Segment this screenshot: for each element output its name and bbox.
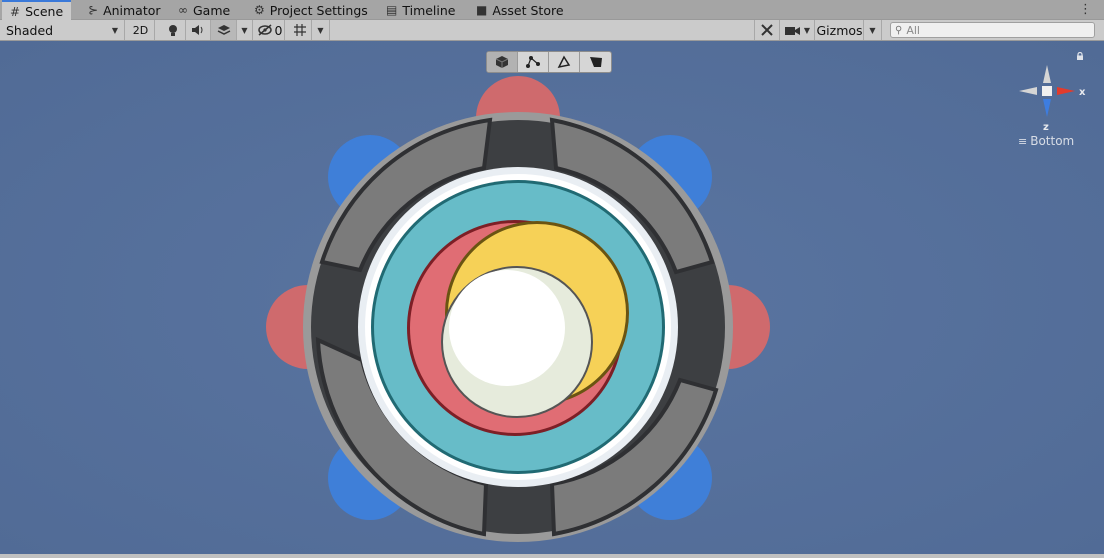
hidden-count: 0 (274, 22, 283, 38)
scene-geometry (0, 41, 1104, 558)
scene-toolbar: Shaded ▼ 2D ▼ 0 ▼ ▼ Gizmos ▼ ⚲ All (0, 20, 1104, 41)
camera-settings-button[interactable]: ▼ (781, 20, 815, 40)
tab-scene-label: Scene (25, 4, 64, 19)
scene-viewport[interactable]: x z ≡ Bottom (0, 41, 1104, 558)
x-axis-cone[interactable] (1057, 87, 1075, 95)
tab-animator-label: Animator (103, 2, 161, 18)
tools-button[interactable] (754, 20, 780, 40)
grid-dropdown[interactable]: ▼ (312, 20, 330, 40)
chevron-down-icon: ▼ (111, 25, 118, 35)
gizmos-dropdown[interactable]: ▼ (864, 20, 882, 40)
editor-tab-bar: # Scene ⊱ Animator ∞ Game ⚙ Project Sett… (0, 0, 1104, 21)
center-cube[interactable] (1042, 86, 1052, 96)
layers-icon (217, 25, 230, 35)
animator-icon: ⊱ (88, 3, 99, 17)
edge-icon (557, 55, 571, 69)
face-icon (589, 57, 602, 67)
neg-x-axis-cone[interactable] (1019, 87, 1037, 95)
hierarchy-search-input[interactable]: ⚲ All (890, 22, 1095, 38)
tab-animator[interactable]: ⊱ Animator (80, 0, 169, 20)
view-cube-button[interactable] (487, 52, 518, 72)
shopping-bag-icon: ■ (476, 3, 488, 17)
lightbulb-icon (168, 24, 177, 36)
more-options-icon[interactable]: ⋮ (1079, 2, 1092, 17)
x-axis-label: x (1079, 87, 1086, 98)
z-axis-label: z (1043, 122, 1049, 133)
chevron-down-icon: ▼ (803, 25, 811, 35)
gear-icon: ⚙ (254, 3, 265, 17)
draw-mode-label: Shaded (6, 22, 54, 38)
grid-snap-icon (293, 24, 306, 36)
view-orientation-text: Bottom (1030, 134, 1075, 148)
lock-icon[interactable] (1076, 52, 1084, 60)
cube-icon (495, 56, 509, 68)
tab-scene[interactable]: # Scene (2, 0, 72, 21)
gizmos-label: Gizmos (816, 22, 863, 38)
tab-project-settings-label: Project Settings (269, 2, 368, 18)
camera-icon (784, 26, 800, 35)
orientation-gizmo[interactable]: x z (1013, 61, 1091, 133)
timeline-icon: ▤ (386, 3, 398, 17)
audio-toggle[interactable] (186, 20, 211, 40)
vertex-icon (526, 56, 540, 68)
draw-mode-dropdown[interactable]: Shaded ▼ (0, 20, 125, 40)
toggle-2d-button[interactable]: 2D (127, 20, 155, 40)
grid-icon: # (10, 4, 21, 19)
face-mode-button[interactable] (580, 52, 611, 72)
speaker-icon (192, 25, 203, 35)
gizmos-button[interactable]: Gizmos (816, 20, 864, 40)
effects-dropdown[interactable]: ▼ (237, 20, 253, 40)
chevron-down-icon: ▼ (869, 25, 876, 35)
tab-timeline[interactable]: ▤ Timeline (378, 0, 464, 20)
view-tool-overlay (486, 51, 612, 73)
search-icon: ⚲ (895, 24, 903, 36)
tools-icon (761, 24, 773, 36)
tab-asset-store-label: Asset Store (492, 2, 564, 18)
search-placeholder: All (906, 23, 920, 37)
vertex-mode-button[interactable] (518, 52, 549, 72)
gamepad-icon: ∞ (178, 3, 188, 17)
toggle-2d-label: 2D (132, 23, 149, 37)
y-axis-cone[interactable] (1043, 65, 1051, 83)
edge-mode-button[interactable] (549, 52, 580, 72)
grid-toggle[interactable] (288, 20, 312, 40)
tab-asset-store[interactable]: ■ Asset Store (468, 0, 572, 20)
menu-lines-icon: ≡ (1018, 134, 1028, 148)
eye-slash-icon (257, 24, 272, 36)
effects-toggle[interactable] (211, 20, 237, 40)
tab-game[interactable]: ∞ Game (170, 0, 238, 20)
tab-game-label: Game (193, 2, 231, 18)
tab-project-settings[interactable]: ⚙ Project Settings (246, 0, 376, 20)
chevron-down-icon: ▼ (317, 25, 324, 35)
z-axis-cone[interactable] (1043, 99, 1051, 117)
hidden-objects-toggle[interactable]: 0 (255, 20, 285, 40)
view-orientation-label[interactable]: ≡ Bottom (1018, 134, 1074, 148)
chevron-down-icon: ▼ (241, 25, 248, 35)
bottom-divider (0, 554, 1104, 558)
lighting-toggle[interactable] (160, 20, 186, 40)
white-core (449, 270, 565, 386)
tab-timeline-label: Timeline (402, 2, 456, 18)
